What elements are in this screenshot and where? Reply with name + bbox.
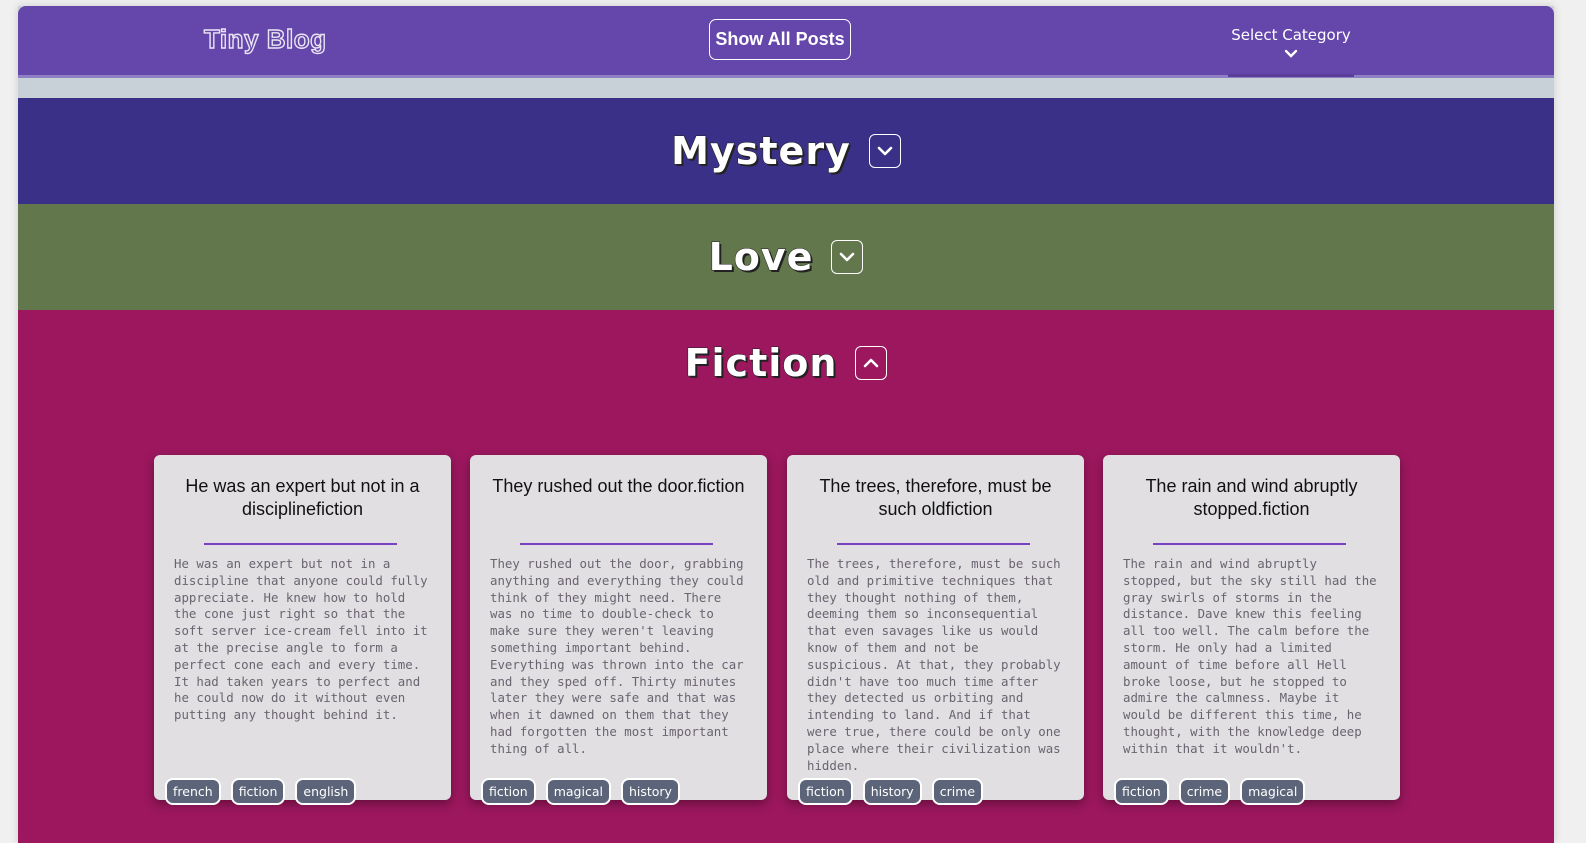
tag-badge[interactable]: english bbox=[295, 778, 357, 805]
post-excerpt: The trees, therefore, must be such old a… bbox=[807, 556, 1061, 773]
tag-badge[interactable]: fiction bbox=[481, 778, 536, 805]
show-all-posts-button[interactable]: Show All Posts bbox=[709, 19, 851, 60]
post-card-grid: He was an expert but not in a discipline… bbox=[154, 455, 1400, 805]
dropdown-underline bbox=[1228, 74, 1354, 77]
select-category-dropdown[interactable]: Select Category bbox=[1228, 22, 1354, 77]
post-excerpt: He was an expert but not in a discipline… bbox=[174, 556, 428, 723]
tag-badge[interactable]: fiction bbox=[798, 778, 853, 805]
post-card[interactable]: The trees, therefore, must be such oldfi… bbox=[787, 455, 1084, 805]
title-divider bbox=[520, 543, 713, 545]
category-section-love: Love bbox=[18, 204, 1554, 310]
category-section-mystery: Mystery bbox=[18, 98, 1554, 204]
chevron-down-icon bbox=[877, 146, 893, 156]
collapse-fiction-button[interactable] bbox=[855, 346, 888, 380]
chevron-down-icon bbox=[1228, 45, 1354, 63]
chevron-down-icon bbox=[840, 252, 855, 262]
select-category-label: Select Category bbox=[1231, 26, 1351, 44]
post-card[interactable]: The rain and wind abruptly stopped.ficti… bbox=[1103, 455, 1400, 805]
post-excerpt: They rushed out the door, grabbing anyth… bbox=[490, 556, 744, 756]
tag-badge[interactable]: history bbox=[862, 778, 922, 805]
site-logo[interactable]: Tiny Blog bbox=[203, 23, 326, 55]
chevron-up-icon bbox=[864, 358, 879, 368]
expand-mystery-button[interactable] bbox=[868, 134, 901, 168]
post-title[interactable]: He was an expert but not in a discipline… bbox=[170, 475, 435, 521]
tag-list: french fiction english bbox=[165, 778, 357, 805]
post-title[interactable]: The rain and wind abruptly stopped.ficti… bbox=[1119, 475, 1384, 521]
tag-list: fiction magical history bbox=[481, 778, 680, 805]
tag-badge[interactable]: crime bbox=[1178, 778, 1231, 805]
post-card[interactable]: They rushed out the door.fiction They ru… bbox=[470, 455, 767, 805]
category-title: Love bbox=[708, 235, 814, 280]
title-divider bbox=[204, 543, 397, 545]
post-excerpt: The rain and wind abruptly stopped, but … bbox=[1123, 556, 1377, 756]
post-title[interactable]: They rushed out the door.fiction bbox=[486, 475, 751, 498]
post-title[interactable]: The trees, therefore, must be such oldfi… bbox=[803, 475, 1068, 521]
tag-list: fiction crime magical bbox=[1114, 778, 1306, 805]
tag-badge[interactable]: french bbox=[165, 778, 221, 805]
tag-badge[interactable]: crime bbox=[931, 778, 984, 805]
tag-badge[interactable]: fiction bbox=[230, 778, 286, 805]
tag-badge[interactable]: magical bbox=[545, 778, 611, 805]
tag-badge[interactable]: history bbox=[620, 778, 680, 805]
app-window: Tiny Blog Show All Posts Select Category… bbox=[18, 6, 1554, 843]
expand-love-button[interactable] bbox=[831, 240, 864, 274]
post-card[interactable]: He was an expert but not in a discipline… bbox=[154, 455, 451, 805]
title-divider bbox=[837, 543, 1030, 545]
tag-badge[interactable]: fiction bbox=[1114, 778, 1169, 805]
tag-badge[interactable]: magical bbox=[1240, 778, 1306, 805]
top-nav: Tiny Blog Show All Posts Select Category bbox=[18, 6, 1554, 78]
category-title: Fiction bbox=[684, 341, 838, 386]
title-divider bbox=[1153, 543, 1346, 545]
category-title: Mystery bbox=[671, 129, 851, 174]
tag-list: fiction history crime bbox=[798, 778, 984, 805]
